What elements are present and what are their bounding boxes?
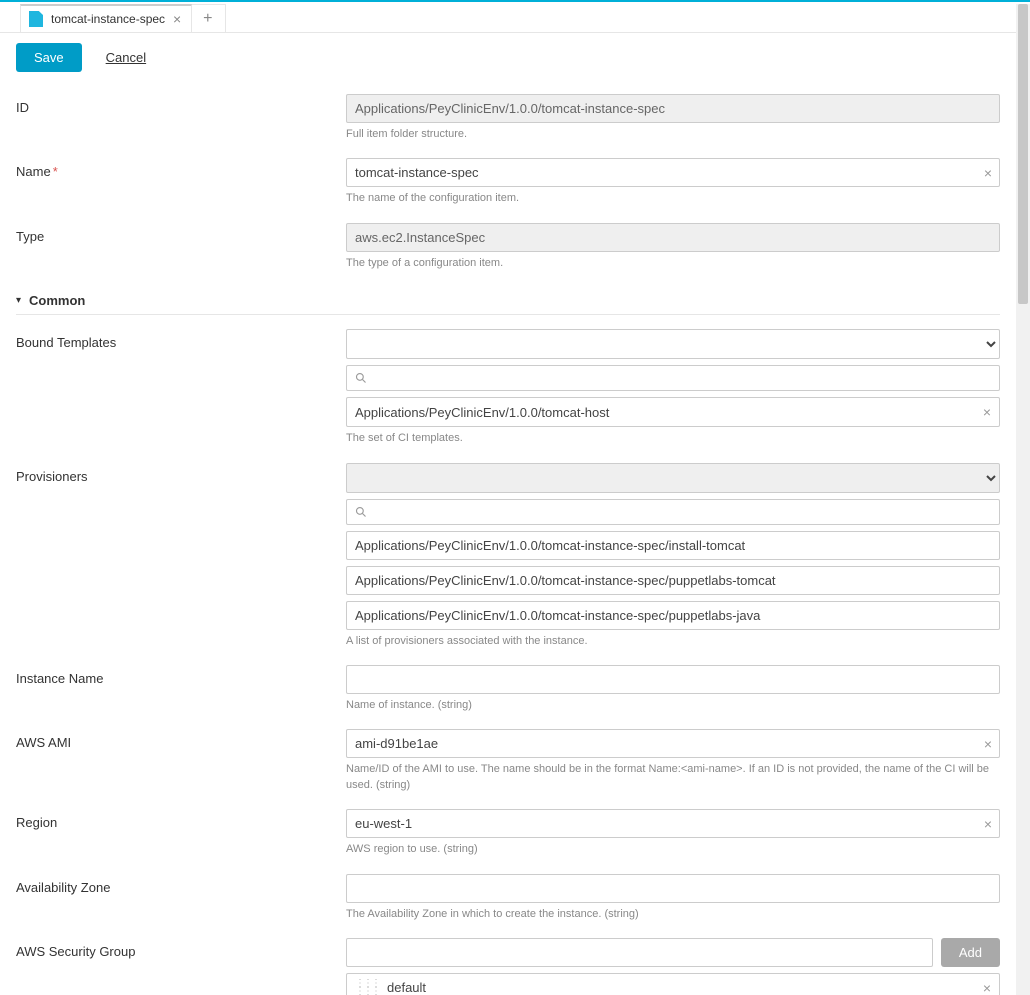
label-name: Name* (16, 158, 346, 179)
security-group-value: default (387, 980, 426, 995)
name-input[interactable] (346, 158, 1000, 187)
label-aws-ami: AWS AMI (16, 729, 346, 750)
security-group-item[interactable]: ⋮⋮⋮⋮⋮⋮ default × (346, 973, 1000, 995)
search-icon (355, 372, 367, 384)
clear-icon[interactable]: × (984, 165, 992, 181)
id-field: Applications/PeyClinicEnv/1.0.0/tomcat-i… (346, 94, 1000, 123)
provisioner-value: Applications/PeyClinicEnv/1.0.0/tomcat-i… (355, 608, 760, 623)
tab-add[interactable]: + (192, 4, 226, 32)
clear-icon[interactable]: × (984, 816, 992, 832)
close-icon[interactable]: × (173, 11, 181, 27)
chevron-down-icon: ▾ (16, 295, 21, 306)
tab-title: tomcat-instance-spec (51, 12, 165, 26)
hint-availability-zone: The Availability Zone in which to create… (346, 907, 1000, 922)
scrollbar-thumb[interactable] (1018, 4, 1028, 304)
provisioner-item[interactable]: Applications/PeyClinicEnv/1.0.0/tomcat-i… (346, 601, 1000, 630)
plus-icon: + (203, 10, 212, 28)
drag-handle-icon[interactable]: ⋮⋮⋮⋮⋮⋮ (355, 980, 379, 995)
hint-region: AWS region to use. (string) (346, 842, 1000, 857)
remove-icon[interactable]: × (983, 980, 991, 995)
clear-icon[interactable]: × (984, 736, 992, 752)
label-type: Type (16, 223, 346, 244)
label-availability-zone: Availability Zone (16, 874, 346, 895)
tab-bar: tomcat-instance-spec × + (0, 4, 1016, 33)
add-button[interactable]: Add (941, 938, 1000, 967)
label-aws-security-group: AWS Security Group (16, 938, 346, 959)
provisioners-search[interactable] (346, 499, 1000, 525)
toolbar: Save Cancel (0, 33, 1016, 86)
instance-name-input[interactable] (346, 665, 1000, 694)
bound-templates-search[interactable] (346, 365, 1000, 391)
hint-instance-name: Name of instance. (string) (346, 698, 1000, 713)
provisioner-value: Applications/PeyClinicEnv/1.0.0/tomcat-i… (355, 538, 745, 553)
cancel-link[interactable]: Cancel (106, 50, 146, 65)
hint-bound-templates: The set of CI templates. (346, 431, 1000, 446)
label-id: ID (16, 94, 346, 115)
label-bound-templates: Bound Templates (16, 329, 346, 350)
bound-templates-select[interactable] (346, 329, 1000, 359)
save-button[interactable]: Save (16, 43, 82, 72)
hint-aws-ami: Name/ID of the AMI to use. The name shou… (346, 762, 1000, 793)
provisioner-value: Applications/PeyClinicEnv/1.0.0/tomcat-i… (355, 573, 776, 588)
scrollbar[interactable] (1016, 4, 1030, 995)
hint-id: Full item folder structure. (346, 127, 1000, 142)
provisioner-item[interactable]: Applications/PeyClinicEnv/1.0.0/tomcat-i… (346, 531, 1000, 560)
remove-icon[interactable]: × (983, 404, 991, 420)
label-provisioners: Provisioners (16, 463, 346, 484)
hint-provisioners: A list of provisioners associated with t… (346, 634, 1000, 649)
bound-template-value: Applications/PeyClinicEnv/1.0.0/tomcat-h… (355, 405, 609, 420)
hint-type: The type of a configuration item. (346, 256, 1000, 271)
region-input[interactable] (346, 809, 1000, 838)
hint-name: The name of the configuration item. (346, 191, 1000, 206)
label-instance-name: Instance Name (16, 665, 346, 686)
label-region: Region (16, 809, 346, 830)
provisioners-select[interactable] (346, 463, 1000, 493)
provisioner-item[interactable]: Applications/PeyClinicEnv/1.0.0/tomcat-i… (346, 566, 1000, 595)
availability-zone-input[interactable] (346, 874, 1000, 903)
search-icon (355, 506, 367, 518)
section-common[interactable]: ▾ Common (16, 279, 1000, 315)
aws-ami-input[interactable] (346, 729, 1000, 758)
tab-tomcat-instance-spec[interactable]: tomcat-instance-spec × (20, 4, 192, 32)
file-icon (29, 11, 43, 27)
type-field: aws.ec2.InstanceSpec (346, 223, 1000, 252)
section-title: Common (29, 293, 85, 308)
form: ID Applications/PeyClinicEnv/1.0.0/tomca… (0, 86, 1016, 995)
aws-security-group-input[interactable] (346, 938, 933, 967)
bound-template-item[interactable]: Applications/PeyClinicEnv/1.0.0/tomcat-h… (346, 397, 1000, 427)
